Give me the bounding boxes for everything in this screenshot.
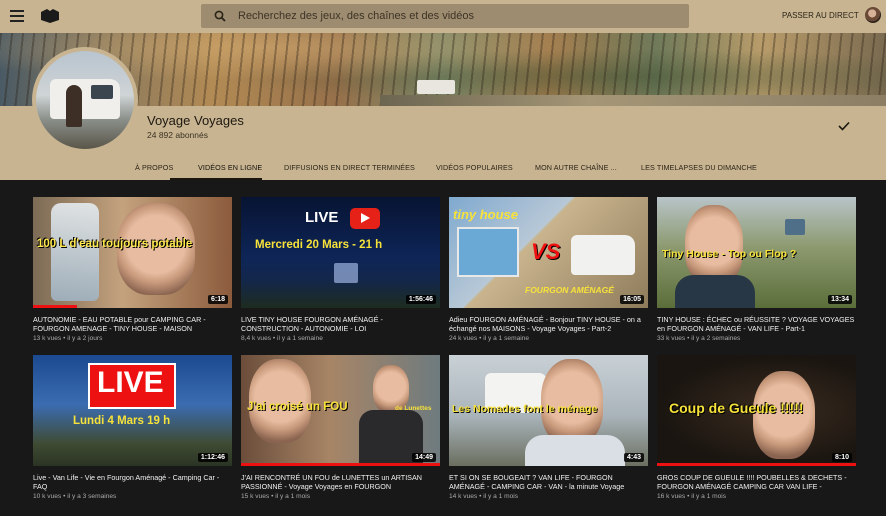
upload-age: il y a 1 mois	[483, 493, 519, 500]
logo-icon[interactable]	[40, 9, 60, 23]
video-title[interactable]: ET SI ON SE BOUGEAIT ? VAN LIFE - FOURGO…	[449, 473, 648, 491]
thumbnail-overlay-text-2: FOURGON AMÉNAGÉ	[525, 285, 614, 295]
go-live-button[interactable]: PASSER AU DIRECT	[782, 11, 871, 20]
video-thumbnail[interactable]: LIVE Mercredi 20 Mars - 21 h 1:56:46	[241, 197, 440, 308]
video-card[interactable]: Coup de Gueule !!!!! 8:10 GROS COUP DE G…	[657, 355, 856, 500]
video-meta: 16 k vues • il y a 1 mois	[657, 493, 727, 500]
thumbnail-overlay-text: Coup de Gueule !!!!!	[669, 400, 804, 416]
channel-tabs: À PROPOS VIDÉOS EN LIGNE DIFFUSIONS EN D…	[0, 155, 886, 180]
search-input[interactable]: Recherchez des jeux, des chaînes et des …	[201, 4, 689, 28]
banner-road	[380, 95, 886, 106]
video-title[interactable]: J'AI RENCONTRÉ UN FOU de LUNETTES un ART…	[241, 473, 440, 491]
tab-timelapses[interactable]: LES TIMELAPSES DU DIMANCHE	[641, 163, 757, 172]
thumbnail-overlay-text: Tiny House - Top ou Flop ?	[662, 248, 797, 260]
search-icon	[214, 10, 226, 22]
search-placeholder: Recherchez des jeux, des chaînes et des …	[238, 10, 475, 22]
view-count: 10 k vues	[33, 493, 62, 500]
video-duration: 13:34	[828, 295, 852, 304]
channel-avatar[interactable]	[32, 47, 138, 153]
upload-age: il y a 1 mois	[691, 493, 727, 500]
video-card[interactable]: LIVE Lundi 4 Mars 19 h 1:12:46 Live - Va…	[33, 355, 232, 500]
video-meta: 33 k vues • il y a 2 semaines	[657, 335, 741, 342]
view-count: 13 k vues	[33, 335, 62, 342]
video-meta: 24 k vues • il y a 1 semaine	[449, 335, 530, 342]
watch-progress-bar	[657, 463, 856, 466]
tab-past-lives[interactable]: DIFFUSIONS EN DIRECT TERMINÉES	[284, 163, 415, 172]
video-thumbnail[interactable]: tiny house VS FOURGON AMÉNAGÉ 16:05	[449, 197, 648, 308]
video-duration: 6:18	[207, 295, 228, 304]
video-thumbnail[interactable]: Les Nomades font le ménage 4:43	[449, 355, 648, 466]
tab-other-channel[interactable]: MON AUTRE CHAÎNE ...	[535, 163, 617, 172]
thumbnail-overlay-text-2: de Lunettes	[395, 405, 432, 412]
video-meta: 10 k vues • il y a 3 semaines	[33, 493, 117, 500]
thumbnail-overlay-text: Lundi 4 Mars 19 h	[73, 415, 171, 427]
video-duration: 1:12:46	[197, 453, 228, 462]
video-title[interactable]: GROS COUP DE GUEULE !!!! POUBELLES & DEC…	[657, 473, 856, 491]
video-card[interactable]: 100 L d'eau toujours potable 6:18 AUTONO…	[33, 197, 232, 342]
thumbnail-overlay-text: Les Nomades font le ménage	[452, 403, 598, 415]
video-title[interactable]: LIVE TINY HOUSE FOURGON AMÉNAGÉ - CONSTR…	[241, 315, 440, 333]
video-card[interactable]: tiny house VS FOURGON AMÉNAGÉ 16:05 Adie…	[449, 197, 648, 342]
thumbnail-overlay-text: Mercredi 20 Mars - 21 h	[255, 239, 383, 251]
watch-progress-bar	[241, 463, 440, 466]
video-meta: 13 k vues • il y a 2 jours	[33, 335, 103, 342]
subscriber-count: 24 892 abonnés	[147, 130, 208, 140]
video-duration: 1:56:46	[405, 295, 436, 304]
upload-age: il y a 1 semaine	[277, 335, 323, 342]
upload-age: il y a 1 mois	[275, 493, 311, 500]
video-meta: 8,4 k vues • il y a 1 semaine	[241, 335, 323, 342]
active-tab-indicator	[170, 178, 262, 180]
video-title[interactable]: Live - Van Life - Vie en Fourgon Aménagé…	[33, 473, 232, 491]
view-count: 15 k vues	[241, 493, 270, 500]
video-duration: 4:43	[623, 453, 644, 462]
video-title[interactable]: TINY HOUSE : ÉCHEC ou RÉUSSITE ? VOYAGE …	[657, 315, 856, 333]
go-live-label: PASSER AU DIRECT	[782, 11, 859, 20]
view-count: 33 k vues	[657, 335, 686, 342]
video-thumbnail[interactable]: LIVE Lundi 4 Mars 19 h 1:12:46	[33, 355, 232, 466]
video-thumbnail[interactable]: J'ai croisé un FOU de Lunettes 14:49	[241, 355, 440, 466]
tab-about[interactable]: À PROPOS	[135, 163, 173, 172]
thumbnail-overlay-text: 100 L d'eau toujours potable	[37, 238, 193, 250]
video-thumbnail[interactable]: Coup de Gueule !!!!! 8:10	[657, 355, 856, 466]
view-count: 8,4 k vues	[241, 335, 272, 342]
video-card[interactable]: Les Nomades font le ménage 4:43 ET SI ON…	[449, 355, 648, 500]
top-bar: Recherchez des jeux, des chaînes et des …	[0, 0, 886, 33]
video-duration: 8:10	[831, 453, 852, 462]
view-count: 14 k vues	[449, 493, 478, 500]
watch-progress-bar	[33, 305, 77, 308]
video-title[interactable]: AUTONOMIE - EAU POTABLE pour CAMPING CAR…	[33, 315, 232, 333]
thumbnail-overlay-text: tiny house	[453, 207, 519, 222]
check-icon[interactable]	[838, 121, 850, 131]
video-duration: 14:49	[412, 453, 436, 462]
thumbnail-overlay-text: J'ai croisé un FOU	[247, 401, 348, 413]
user-avatar[interactable]	[865, 7, 881, 23]
video-duration: 16:05	[620, 295, 644, 304]
upload-age: il y a 1 semaine	[483, 335, 530, 342]
video-card[interactable]: Tiny House - Top ou Flop ? 13:34 TINY HO…	[657, 197, 856, 342]
channel-name: Voyage Voyages	[147, 113, 244, 128]
view-count: 16 k vues	[657, 493, 686, 500]
menu-icon[interactable]	[10, 10, 24, 22]
video-thumbnail[interactable]: Tiny House - Top ou Flop ? 13:34	[657, 197, 856, 308]
thumbnail-vs-text: VS	[531, 239, 561, 264]
banner-van	[417, 80, 455, 94]
video-thumbnail[interactable]: 100 L d'eau toujours potable 6:18	[33, 197, 232, 308]
video-meta: 15 k vues • il y a 1 mois	[241, 493, 311, 500]
upload-age: il y a 2 jours	[67, 335, 103, 342]
tab-popular[interactable]: VIDÉOS POPULAIRES	[436, 163, 513, 172]
video-card[interactable]: J'ai croisé un FOU de Lunettes 14:49 J'A…	[241, 355, 440, 500]
video-card[interactable]: LIVE Mercredi 20 Mars - 21 h 1:56:46 LIV…	[241, 197, 440, 342]
thumbnail-live-text: LIVE	[305, 209, 339, 226]
video-meta: 14 k vues • il y a 1 mois	[449, 493, 519, 500]
upload-age: il y a 2 semaines	[691, 335, 741, 342]
view-count: 24 k vues	[449, 335, 478, 342]
thumbnail-live-text: LIVE	[97, 366, 164, 399]
tab-videos[interactable]: VIDÉOS EN LIGNE	[198, 163, 262, 172]
video-title[interactable]: Adieu FOURGON AMÉNAGÉ - Bonjour TINY HOU…	[449, 315, 648, 333]
upload-age: il y a 3 semaines	[67, 493, 117, 500]
